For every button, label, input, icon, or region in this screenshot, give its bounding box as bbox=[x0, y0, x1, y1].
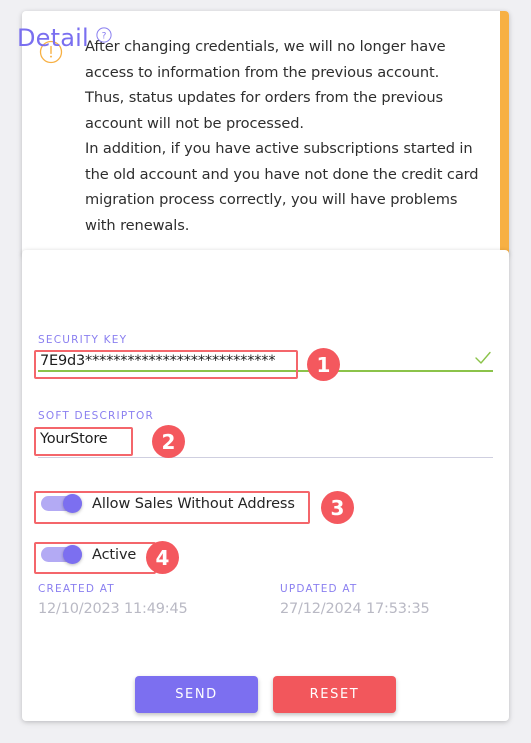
allow-sales-without-address-row[interactable]: Allow Sales Without Address bbox=[41, 494, 295, 513]
soft-descriptor-underline bbox=[38, 457, 493, 458]
svg-text:?: ? bbox=[102, 32, 107, 42]
created-at-label: CREATED AT bbox=[38, 583, 115, 595]
page-title: Detail bbox=[17, 24, 89, 52]
created-at-value: 12/10/2023 11:49:45 bbox=[38, 601, 188, 617]
updated-at-label: UPDATED AT bbox=[280, 583, 358, 595]
toggle-knob bbox=[63, 545, 82, 564]
reset-button[interactable]: RESET bbox=[273, 676, 396, 713]
allow-sales-without-address-label: Allow Sales Without Address bbox=[92, 495, 295, 512]
help-circle-icon[interactable]: ? bbox=[96, 27, 112, 43]
updated-at-block: UPDATED AT 27/12/2024 17:53:35 bbox=[280, 583, 430, 617]
active-label: Active bbox=[92, 546, 137, 563]
soft-descriptor-label: SOFT DESCRIPTOR bbox=[38, 410, 154, 422]
detail-card bbox=[22, 250, 509, 721]
soft-descriptor-input[interactable]: YourStore bbox=[40, 431, 107, 447]
security-key-label: SECURITY KEY bbox=[38, 334, 128, 346]
active-row[interactable]: Active bbox=[41, 545, 136, 564]
warning-message: After changing credentials, we will no l… bbox=[85, 38, 479, 234]
toggle-knob bbox=[63, 494, 82, 513]
detail-header: Detail ? bbox=[17, 24, 112, 52]
updated-at-value: 27/12/2024 17:53:35 bbox=[280, 601, 430, 617]
form-actions: SEND RESET bbox=[0, 676, 531, 713]
warning-accent-bar bbox=[500, 11, 509, 256]
security-key-value: 7E9d3*************************** bbox=[40, 353, 276, 369]
security-key-input[interactable]: 7E9d3*************************** bbox=[38, 351, 493, 376]
allow-sales-without-address-toggle[interactable] bbox=[41, 494, 82, 513]
active-toggle[interactable] bbox=[41, 545, 82, 564]
security-key-underline bbox=[38, 370, 493, 372]
created-at-block: CREATED AT 12/10/2023 11:49:45 bbox=[38, 583, 188, 617]
send-button[interactable]: SEND bbox=[135, 676, 258, 713]
check-icon bbox=[473, 348, 493, 368]
